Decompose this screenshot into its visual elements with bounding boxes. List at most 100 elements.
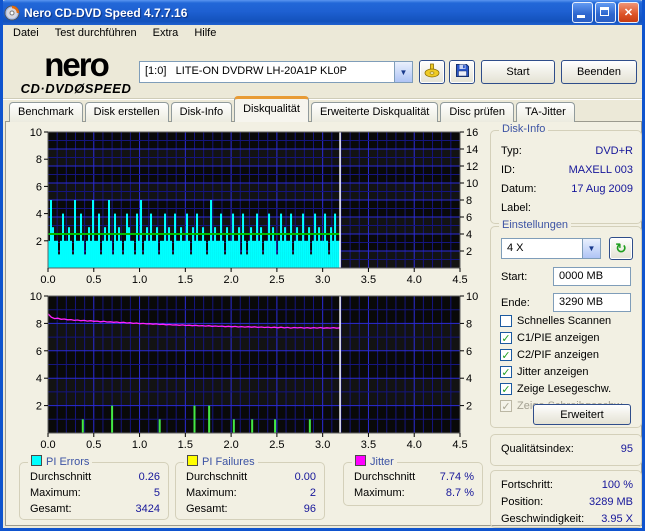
stats-row-value: 7.74 % (439, 471, 474, 483)
checkbox-label: C1/PIE anzeigen (517, 332, 600, 344)
disk-info-row-value: DVD+R (595, 145, 633, 157)
svg-text:6: 6 (466, 346, 472, 358)
checkbox-c1-pie-anzeigen[interactable]: ✓ C1/PIE anzeigen (500, 332, 600, 344)
stats-row: Durchschnitt 7.74 % (354, 471, 474, 483)
speed-select[interactable]: 4 X ▼ (501, 238, 601, 259)
legend-color-swatch (31, 455, 42, 466)
chevron-down-icon[interactable]: ▼ (582, 239, 600, 258)
checkbox-c2-pif-anzeigen[interactable]: ✓ C2/PIF anzeigen (500, 349, 599, 361)
tab-diskqualit-t[interactable]: Diskqualität (234, 96, 309, 122)
checkbox-box[interactable]: ✓ (500, 366, 512, 378)
svg-text:2: 2 (466, 401, 472, 413)
svg-text:0.0: 0.0 (40, 439, 55, 451)
svg-text:4: 4 (466, 373, 472, 385)
checkbox-schnelles-scannen[interactable]: Schnelles Scannen (500, 315, 611, 327)
svg-text:16: 16 (466, 127, 478, 139)
tab-disc-pr-fen[interactable]: Disc prüfen (440, 102, 515, 122)
svg-text:0.5: 0.5 (86, 274, 101, 286)
stats-row: Gesamt: 3424 (30, 503, 160, 515)
minimize-button[interactable] (572, 2, 593, 23)
stats-row: Maximum: 8.7 % (354, 487, 474, 499)
end-mb-label: Ende: (501, 297, 530, 309)
stats-row-label: Maximum: (354, 487, 405, 499)
advanced-button[interactable]: Erweitert (533, 404, 631, 425)
progress-row-value: 3289 MB (588, 496, 633, 508)
svg-text:1.0: 1.0 (132, 439, 147, 451)
svg-text:4.5: 4.5 (452, 274, 467, 286)
start-mb-field[interactable]: 0000 MB (553, 267, 631, 286)
menu-item[interactable]: Datei (5, 24, 47, 42)
disk-info-title: Disk-Info (499, 123, 549, 135)
svg-text:6: 6 (36, 181, 42, 193)
svg-text:2.5: 2.5 (269, 274, 284, 286)
legend-color-swatch (355, 455, 366, 466)
stats-row-value: 0.26 (138, 471, 160, 483)
quality-index-value: 95 (620, 443, 633, 455)
chevron-down-icon[interactable]: ▼ (394, 62, 412, 82)
svg-text:2: 2 (36, 401, 42, 413)
stats-panel-pi-failures: PI Failures Durchschnitt 0.00 Maximum: 2 Gesa… (175, 455, 325, 520)
svg-text:10: 10 (466, 178, 478, 190)
stats-row-value: 3424 (135, 503, 160, 515)
checkbox-zeige-lesegeschw-[interactable]: ✓ Zeige Lesegeschw. (500, 383, 611, 395)
drive-select[interactable]: [1:0] LITE-ON DVDRW LH-20A1P KL0P ▼ (139, 61, 413, 83)
start-button[interactable]: Start (481, 60, 555, 84)
checkbox-label: C2/PIF anzeigen (517, 349, 599, 361)
maximize-button[interactable] (595, 2, 616, 23)
menu-item[interactable]: Extra (145, 24, 187, 42)
stats-row: Gesamt: 96 (186, 503, 316, 515)
stats-row-label: Maximum: (186, 487, 237, 499)
start-mb-label: Start: (501, 271, 528, 283)
checkbox-jitter-anzeigen[interactable]: ✓ Jitter anzeigen (500, 366, 589, 378)
tab-disk-erstellen[interactable]: Disk erstellen (84, 102, 169, 122)
stats-panel-title: PI Failures (184, 455, 258, 468)
svg-text:0.0: 0.0 (40, 274, 55, 286)
checkbox-label: Schnelles Scannen (517, 315, 612, 327)
disk-info-row-label: ID: (501, 164, 516, 176)
stats-row-label: Durchschnitt (30, 471, 92, 483)
app-window: Nero CD-DVD Speed 4.7.7.16 ✕ Datei Test d… (0, 0, 645, 531)
stats-panel-title-text: PI Errors (46, 456, 90, 468)
checkbox-box[interactable] (500, 315, 512, 327)
menu-item[interactable]: Hilfe (186, 24, 224, 42)
disk-info-row: Label: (501, 202, 633, 214)
advanced-button-label: Erweitert (560, 408, 604, 421)
tab-ta-jitter[interactable]: TA-Jitter (516, 102, 575, 122)
svg-text:8: 8 (466, 195, 472, 207)
svg-text:4.5: 4.5 (452, 439, 467, 451)
stats-row-label: Durchschnitt (186, 471, 248, 483)
quit-button[interactable]: Beenden (561, 60, 637, 84)
stats-row: Maximum: 5 (30, 487, 160, 499)
stats-panel-title-text: Jitter (370, 456, 394, 468)
menu-item[interactable]: Test durchführen (47, 24, 145, 42)
app-icon (4, 5, 20, 21)
disk-info-row: Datum: 17 Aug 2009 (501, 183, 633, 195)
stats-panel-title-text: PI Failures (202, 456, 255, 468)
eject-disc-icon (424, 63, 440, 81)
checkbox-box[interactable]: ✓ (500, 383, 512, 395)
progress-row-value: 3.95 X (601, 513, 633, 525)
tab-disk-info[interactable]: Disk-Info (170, 102, 233, 122)
stats-row: Durchschnitt 0.00 (186, 471, 316, 483)
stats-row: Maximum: 2 (186, 487, 316, 499)
tab-benchmark[interactable]: Benchmark (9, 102, 83, 122)
svg-text:3.5: 3.5 (361, 439, 376, 451)
checkbox-box[interactable]: ✓ (500, 349, 512, 361)
refresh-button[interactable]: ↻ (609, 237, 633, 260)
stats-row-label: Gesamt: (30, 503, 72, 515)
close-button[interactable]: ✕ (618, 2, 639, 23)
eject-button[interactable] (419, 60, 445, 84)
checkbox-box[interactable]: ✓ (500, 332, 512, 344)
quality-index-label: Qualitätsindex: (501, 443, 574, 455)
svg-text:2.0: 2.0 (223, 274, 238, 286)
pi-errors-chart: 2 4 6 8 10 2 4 6 8 10 12 14 16 0.0 0.5 1.0 1.5 2.0 2.5 3.0 3… (30, 127, 479, 286)
save-button[interactable] (449, 60, 475, 84)
nero-logo-text: nero (44, 46, 110, 83)
tab-erweiterte-diskqualit-t[interactable]: Erweiterte Diskqualität (310, 102, 439, 122)
svg-text:10: 10 (30, 127, 42, 139)
end-mb-field[interactable]: 3290 MB (553, 293, 631, 312)
svg-text:8: 8 (466, 318, 472, 330)
progress-row-value: 100 % (601, 479, 633, 491)
progress-group: Fortschritt: 100 % Position: 3289 MB Geschwi… (490, 470, 642, 528)
disk-info-row: ID: MAXELL 003 (501, 164, 633, 176)
